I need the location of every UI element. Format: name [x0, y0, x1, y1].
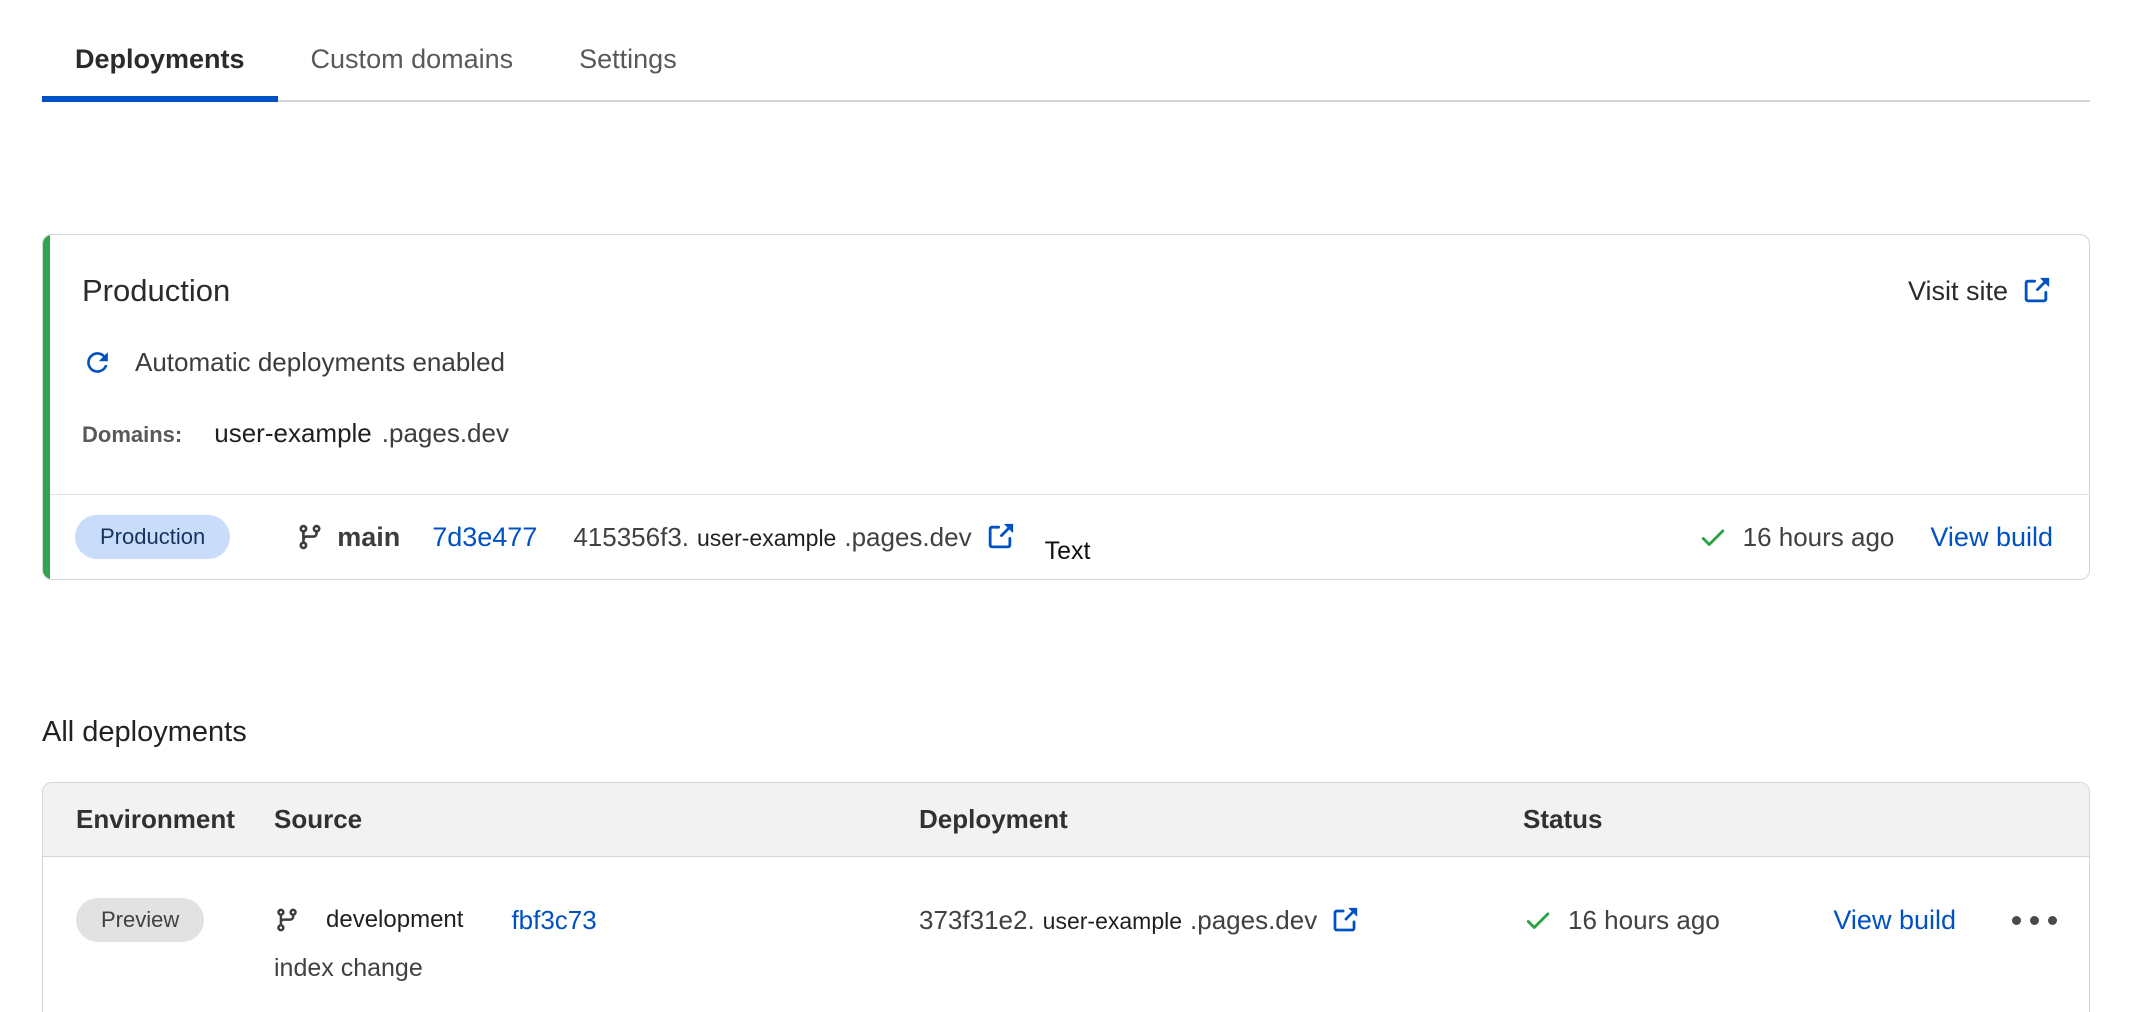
commit-message: index change [274, 954, 919, 983]
tab-bar: Deployments Custom domains Settings [42, 30, 2090, 102]
deployment-time: 16 hours ago [1743, 522, 1895, 553]
view-build-link[interactable]: View build [1833, 905, 1956, 936]
branch-name: main [337, 522, 400, 553]
text-annotation: Text [1045, 537, 1091, 566]
url-user: user-example [697, 525, 836, 552]
table-header: Environment Source Deployment Status [43, 783, 2089, 857]
deployment-url: 415356f3. user-example .pages.dev [573, 522, 971, 553]
deployment-time: 16 hours ago [1568, 905, 1720, 936]
external-link-icon[interactable] [985, 522, 1015, 552]
column-source: Source [274, 804, 919, 835]
pages-project-screen: Deployments Custom domains Settings Prod… [0, 0, 2132, 1012]
deployment-status: 16 hours ago View build [1698, 522, 2053, 553]
production-card-header: Production Visit site [43, 235, 2089, 309]
production-card: Production Visit site Automatic deployme… [42, 234, 2090, 580]
view-build-link[interactable]: View build [1930, 522, 2053, 553]
auto-deploy-label: Automatic deployments enabled [135, 347, 505, 378]
tab-deployments[interactable]: Deployments [42, 30, 278, 102]
visit-site-label: Visit site [1908, 276, 2008, 307]
production-title: Production [82, 273, 230, 309]
source-branch: main [296, 522, 400, 553]
url-suffix: .pages.dev [844, 522, 971, 553]
git-branch-icon [274, 907, 300, 933]
commit-link[interactable]: 7d3e477 [432, 522, 537, 553]
domain-suffix: .pages.dev [382, 418, 509, 449]
domains-label: Domains: [82, 422, 182, 448]
all-deployments-heading: All deployments [42, 716, 2090, 749]
table-row: Preview development fbf3c73 index change… [43, 857, 2089, 1012]
branch-name: development [326, 906, 463, 934]
production-deployment-row: Production main 7d3e477 415356f3. user-e… [43, 494, 2089, 579]
refresh-icon [82, 347, 113, 378]
url-suffix: .pages.dev [1190, 905, 1317, 936]
environment-badge: Preview [76, 898, 204, 942]
commit-link[interactable]: fbf3c73 [511, 905, 596, 936]
url-user: user-example [1043, 908, 1182, 935]
domain-user: user-example [214, 418, 372, 449]
deployment-url: 373f31e2. user-example .pages.dev [919, 905, 1317, 936]
auto-deploy-status: Automatic deployments enabled [82, 347, 2089, 378]
tab-settings[interactable]: Settings [546, 30, 710, 102]
domains-row: Domains: user-example .pages.dev [82, 418, 2089, 449]
column-deployment: Deployment [919, 804, 1523, 835]
ellipsis-menu-icon[interactable] [2012, 916, 2057, 925]
external-link-icon [2021, 276, 2051, 306]
external-link-icon[interactable] [1330, 906, 1359, 935]
column-environment: Environment [43, 804, 274, 835]
production-green-indicator [43, 235, 50, 579]
check-icon [1523, 905, 1553, 935]
url-hash: 415356f3. [573, 522, 689, 553]
environment-badge: Production [75, 515, 230, 559]
tab-custom-domains[interactable]: Custom domains [278, 30, 547, 102]
visit-site-link[interactable]: Visit site [1908, 276, 2051, 307]
git-branch-icon [296, 523, 324, 551]
url-hash: 373f31e2. [919, 905, 1035, 936]
column-status: Status [1523, 804, 2089, 835]
deployments-table: Environment Source Deployment Status Pre… [42, 782, 2090, 1012]
check-icon [1698, 522, 1728, 552]
